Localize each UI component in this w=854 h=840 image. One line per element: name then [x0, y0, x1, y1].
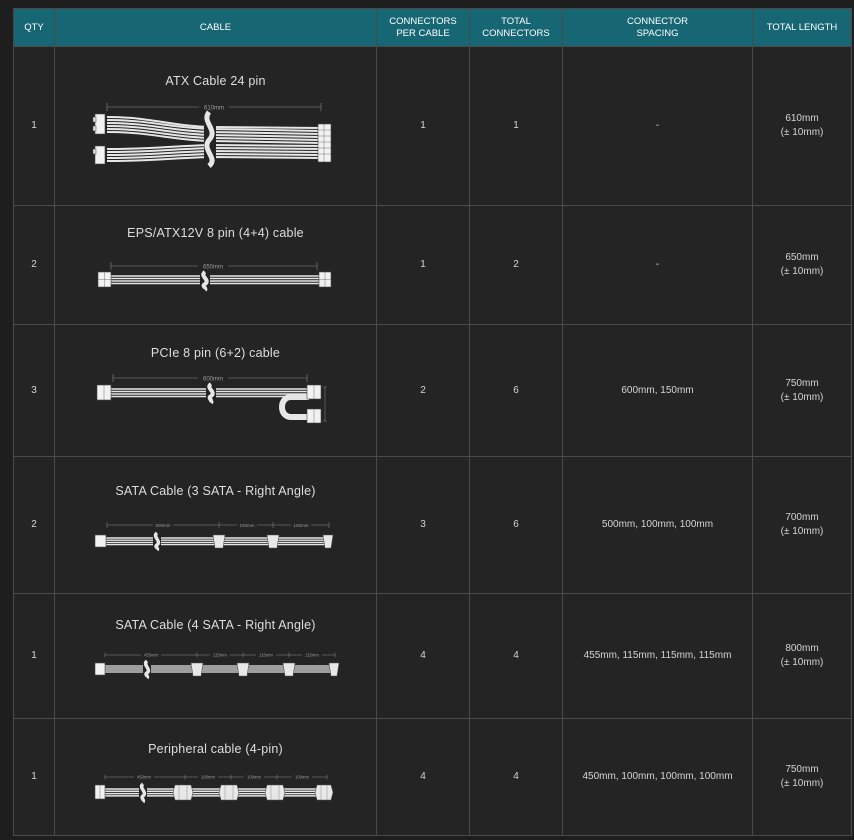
qty-cell: 1: [13, 593, 55, 719]
eps-8pin-cable-diagram: 650mm: [97, 261, 331, 291]
dimension-label: 100mm: [247, 775, 261, 780]
total-connectors-cell: 6: [469, 324, 563, 457]
pcie-8pin-cable-diagram: 600mm: [96, 374, 327, 424]
table-row: 2 SATA Cable (3 SATA - Right Angle) 500m…: [13, 456, 852, 594]
dimension-label: 600mm: [202, 377, 222, 383]
total-length-cell: 750mm (± 10mm): [752, 718, 852, 836]
table-row: 3 PCIe 8 pin (6+2) cable 600mm 2 6 600mm…: [13, 324, 852, 457]
connectors-per-cable-cell: 1: [376, 46, 470, 206]
connector-spacing-cell: 455mm, 115mm, 115mm, 115mm: [562, 593, 753, 719]
dimension-label: 500mm: [155, 522, 170, 527]
length-tolerance: (± 10mm): [780, 127, 824, 138]
connectors-per-cable-cell: 4: [376, 718, 470, 836]
total-connectors-cell: 4: [469, 718, 563, 836]
connectors-per-cable-cell: 4: [376, 593, 470, 719]
length-tolerance: (± 10mm): [780, 526, 824, 537]
length-value: 650mm: [785, 252, 819, 263]
length-value: 800mm: [785, 643, 819, 654]
total-connectors-cell: 2: [469, 205, 563, 325]
sata-4-cable-diagram: 455mm 115mm 115mm 115mm: [94, 652, 339, 680]
total-length-cell: 610mm (± 10mm): [752, 46, 852, 206]
page: QTY CABLE CONNECTORS PER CABLE TOTAL CONNE…: [0, 0, 854, 840]
table-row: 1 SATA Cable (4 SATA - Right Angle) 455m…: [13, 593, 852, 719]
length-value: 610mm: [785, 113, 819, 124]
cable-title: ATX Cable 24 pin: [165, 74, 266, 88]
cable-title: EPS/ATX12V 8 pin (4+4) cable: [127, 225, 304, 240]
table-row: 2 EPS/ATX12V 8 pin (4+4) cable 650mm 1 2…: [13, 205, 852, 325]
table-row: 1 Peripheral cable (4-pin) 450mm 100mm 1…: [13, 718, 852, 836]
length-tolerance: (± 10mm): [780, 266, 824, 277]
header-cable: CABLE: [54, 8, 377, 47]
total-length-cell: 650mm (± 10mm): [752, 205, 852, 325]
connectors-per-cable-cell: 2: [376, 324, 470, 457]
length-value: 750mm: [785, 764, 819, 775]
dimension-label: 100mm: [239, 522, 254, 527]
table-row: 1 ATX Cable 24 pin 610mm 1 1 - 610mm (± …: [13, 46, 852, 206]
cable-cell: ATX Cable 24 pin 610mm: [54, 46, 377, 206]
length-tolerance: (± 10mm): [780, 657, 824, 668]
length-tolerance: (± 10mm): [780, 391, 824, 403]
cable-title: PCIe 8 pin (6+2) cable: [150, 346, 281, 360]
cable-cell: SATA Cable (4 SATA - Right Angle) 455mm …: [54, 593, 377, 719]
connector-spacing-cell: -: [562, 46, 753, 206]
header-qty: QTY: [13, 8, 55, 47]
cable-title: SATA Cable (4 SATA - Right Angle): [115, 618, 316, 632]
total-length-cell: 750mm (± 10mm): [752, 324, 852, 457]
peripheral-4pin-cable-diagram: 450mm 100mm 100mm 100mm: [94, 774, 333, 804]
header-connector-spacing: CONNECTOR SPACING: [562, 8, 753, 47]
total-connectors-cell: 4: [469, 593, 563, 719]
header-connectors-per-cable: CONNECTORS PER CABLE: [376, 8, 470, 47]
cable-cell: EPS/ATX12V 8 pin (4+4) cable 650mm: [54, 205, 377, 325]
length-value: 700mm: [785, 512, 819, 523]
length-value: 750mm: [785, 377, 819, 389]
atx-24pin-cable-diagram: 610mm: [92, 103, 331, 168]
header-line: PER CABLE: [396, 27, 450, 39]
connector-spacing-cell: -: [562, 205, 753, 325]
qty-cell: 2: [13, 205, 55, 325]
cable-spec-table: QTY CABLE CONNECTORS PER CABLE TOTAL CONNE…: [13, 8, 852, 836]
dimension-label: 100mm: [293, 522, 308, 527]
dimension-label: 450mm: [137, 775, 151, 780]
dimension-label: 650mm: [202, 264, 222, 270]
header-line: CONNECTORS: [482, 27, 550, 39]
qty-cell: 1: [13, 718, 55, 836]
connector-spacing-cell: 600mm, 150mm: [562, 324, 753, 457]
dimension-label: 115mm: [259, 653, 273, 658]
total-length-cell: 800mm (± 10mm): [752, 593, 852, 719]
connectors-per-cable-cell: 1: [376, 205, 470, 325]
dimension-label: 455mm: [144, 653, 158, 658]
cable-cell: Peripheral cable (4-pin) 450mm 100mm 100…: [54, 718, 377, 836]
total-connectors-cell: 1: [469, 46, 563, 206]
header-line: TOTAL: [501, 15, 531, 27]
length-tolerance: (± 10mm): [780, 778, 824, 789]
total-length-cell: 700mm (± 10mm): [752, 456, 852, 594]
header-line: SPACING: [636, 27, 679, 39]
cable-title: SATA Cable (3 SATA - Right Angle): [115, 483, 316, 498]
table-header-row: QTY CABLE CONNECTORS PER CABLE TOTAL CONNE…: [13, 8, 852, 47]
dimension-label: 115mm: [213, 653, 227, 658]
connector-spacing-cell: 500mm, 100mm, 100mm: [562, 456, 753, 594]
header-line: CONNECTORS: [389, 15, 457, 27]
total-connectors-cell: 6: [469, 456, 563, 594]
dimension-label: 115mm: [305, 653, 319, 658]
header-total-connectors: TOTAL CONNECTORS: [469, 8, 563, 47]
cable-cell: PCIe 8 pin (6+2) cable 600mm: [54, 324, 377, 457]
connector-spacing-cell: 450mm, 100mm, 100mm, 100mm: [562, 718, 753, 836]
qty-cell: 3: [13, 324, 55, 457]
connectors-per-cable-cell: 3: [376, 456, 470, 594]
header-line: CONNECTOR: [626, 15, 689, 27]
cable-cell: SATA Cable (3 SATA - Right Angle) 500mm …: [54, 456, 377, 594]
header-total-length: TOTAL LENGTH: [752, 8, 852, 47]
sata-3-cable-diagram: 500mm 100mm 100mm: [94, 521, 333, 551]
dimension-label: 100mm: [201, 775, 215, 780]
qty-cell: 1: [13, 46, 55, 206]
cable-title: Peripheral cable (4-pin): [148, 742, 283, 756]
dimension-label: 100mm: [295, 775, 309, 780]
qty-cell: 2: [13, 456, 55, 594]
